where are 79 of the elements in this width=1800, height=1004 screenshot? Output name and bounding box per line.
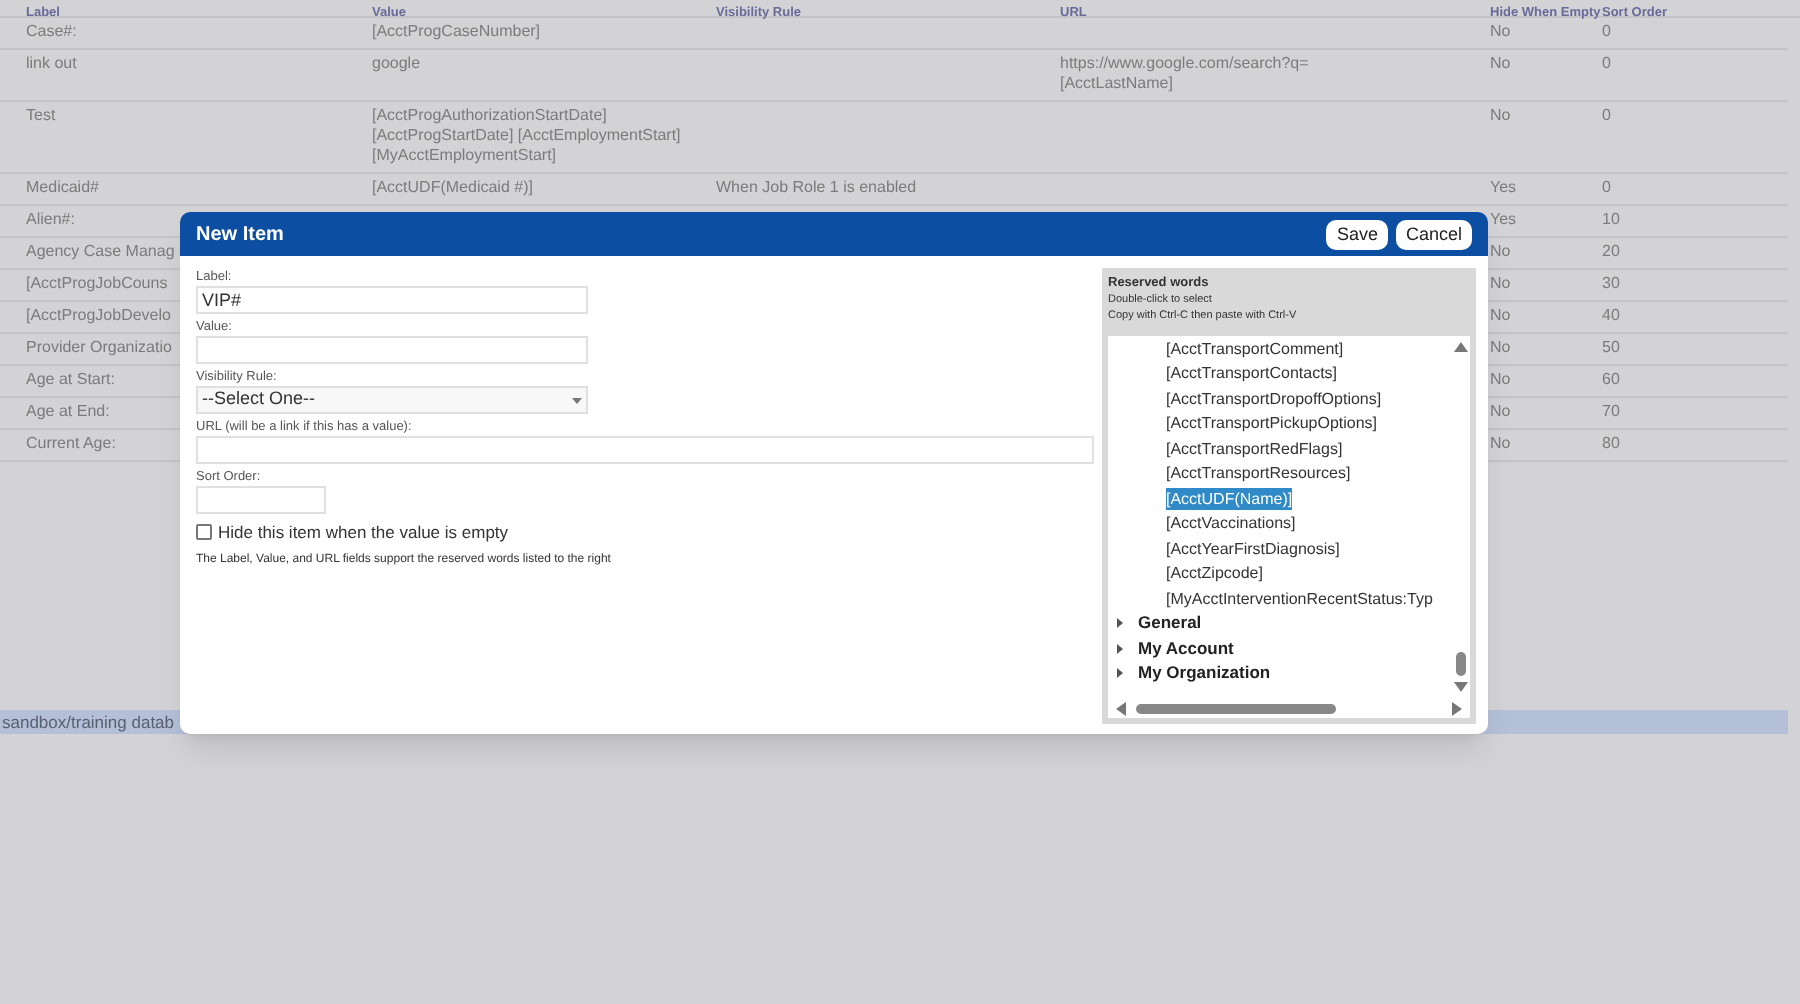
save-button[interactable]: Save [1326, 219, 1388, 249]
checkbox[interactable] [196, 524, 212, 541]
table-cell: Current Age: [26, 434, 116, 452]
scroll-up-icon[interactable] [1453, 342, 1467, 352]
table-cell-text: [AcctProgCaseNumber] [372, 22, 543, 42]
table-cell: No [1490, 106, 1511, 124]
tree-group[interactable]: My Organization [1138, 660, 1271, 687]
input-field[interactable]: VIP# [196, 286, 588, 314]
caret-right-icon[interactable] [1116, 618, 1124, 629]
scroll-down-icon[interactable] [1453, 682, 1467, 692]
table-cell: Provider Organizatio [26, 338, 172, 356]
table-cell: Age at Start: [26, 370, 115, 388]
table-cell: 30 [1602, 274, 1620, 292]
scroll-left-icon[interactable] [1116, 701, 1126, 715]
table-cell-text: [AcctProgAuthorizationStartDate] [372, 106, 609, 126]
caret-right-icon[interactable] [1116, 643, 1124, 654]
table-cell: 0 [1602, 106, 1611, 124]
table-cell: 60 [1602, 370, 1620, 388]
table-cell: Yes [1490, 178, 1517, 196]
table-cell: 0 [1602, 178, 1611, 196]
scroll-thumb[interactable] [1455, 652, 1465, 676]
table-cell: [AcctProgJobDevelo [26, 306, 171, 324]
table-cell: 0 [1602, 22, 1611, 40]
reserved-word[interactable]: [AcctYearFirstDiagnosis] [1166, 537, 1340, 560]
reserved-word[interactable]: [AcctTransportContacts] [1166, 362, 1338, 385]
reserved-word[interactable]: [MyAcctInterventionRecentStatus:Typ [1166, 587, 1433, 610]
table-cell: 50 [1602, 338, 1620, 356]
table-cell: Alien#: [26, 210, 75, 228]
tree-group[interactable]: General [1138, 610, 1202, 637]
table-cell: Medicaid# [26, 178, 99, 196]
table-cell: 0 [1602, 54, 1611, 72]
table-cell: No [1490, 22, 1511, 40]
table-cell: 80 [1602, 434, 1620, 452]
caret-icon [572, 397, 582, 403]
table-cell-text: [AcctLastName] [1060, 74, 1175, 94]
tree-group[interactable]: My Account [1138, 635, 1234, 662]
caret-right-icon[interactable] [1116, 668, 1124, 679]
checkbox-label: Hide this item when the value is empty [218, 520, 509, 546]
table-cell: Age at End: [26, 402, 110, 420]
reserved-word[interactable]: [AcctTransportRedFlags] [1166, 437, 1343, 460]
table-cell-text: [AcctUDF(Medicaid #)] [372, 178, 535, 198]
table-cell: Case#: [26, 22, 77, 40]
table-cell: No [1490, 402, 1511, 420]
table-cell: 40 [1602, 306, 1620, 324]
table-cell: No [1490, 274, 1511, 292]
table-cell: 70 [1602, 402, 1620, 420]
reserved-word[interactable]: [AcctUDF(Name)] [1166, 487, 1293, 510]
table-cell: No [1490, 306, 1511, 324]
input-field[interactable] [196, 336, 588, 364]
reserved-word[interactable]: [AcctTransportDropoffOptions] [1166, 387, 1382, 410]
visibility-select[interactable]: --Select One-- [196, 386, 588, 414]
reserved-word[interactable]: [AcctVaccinations] [1166, 512, 1296, 535]
table-cell: When Job Role 1 is enabled [716, 178, 917, 196]
dialog-title: New Item [196, 221, 284, 249]
scroll-thumb[interactable] [1136, 703, 1336, 713]
table-cell: 20 [1602, 242, 1620, 260]
input-field[interactable] [196, 436, 1094, 464]
table-cell-text: [AcctProgStartDate] [AcctEmploymentStart] [372, 126, 683, 146]
table-cell-text: https://www.google.com/search?q= [1060, 54, 1311, 74]
reserved-word[interactable]: [AcctTransportComment] [1166, 337, 1344, 360]
table-cell: 10 [1602, 210, 1620, 228]
table-cell: No [1490, 242, 1511, 260]
reserved-word[interactable]: [AcctTransportResources] [1166, 462, 1351, 485]
scroll-right-icon[interactable] [1452, 701, 1462, 715]
table-cell: No [1490, 338, 1511, 356]
input-field[interactable] [196, 486, 326, 514]
table-cell: No [1490, 434, 1511, 452]
table-cell: No [1490, 370, 1511, 388]
table-cell: [AcctProgJobCouns [26, 274, 168, 292]
table-cell-text: [MyAcctEmploymentStart] [372, 146, 559, 166]
cancel-button[interactable]: Cancel [1395, 219, 1472, 249]
reserved-word[interactable]: [AcctTransportPickupOptions] [1166, 412, 1378, 435]
table-cell: Yes [1490, 210, 1517, 228]
table-cell: Test [26, 106, 56, 124]
table-cell: Agency Case Manag [26, 242, 175, 260]
reserved-word[interactable]: [AcctZipcode] [1166, 562, 1263, 585]
table-cell: link out [26, 54, 77, 72]
table-cell: No [1490, 54, 1511, 72]
table-cell-text: google [372, 54, 423, 74]
